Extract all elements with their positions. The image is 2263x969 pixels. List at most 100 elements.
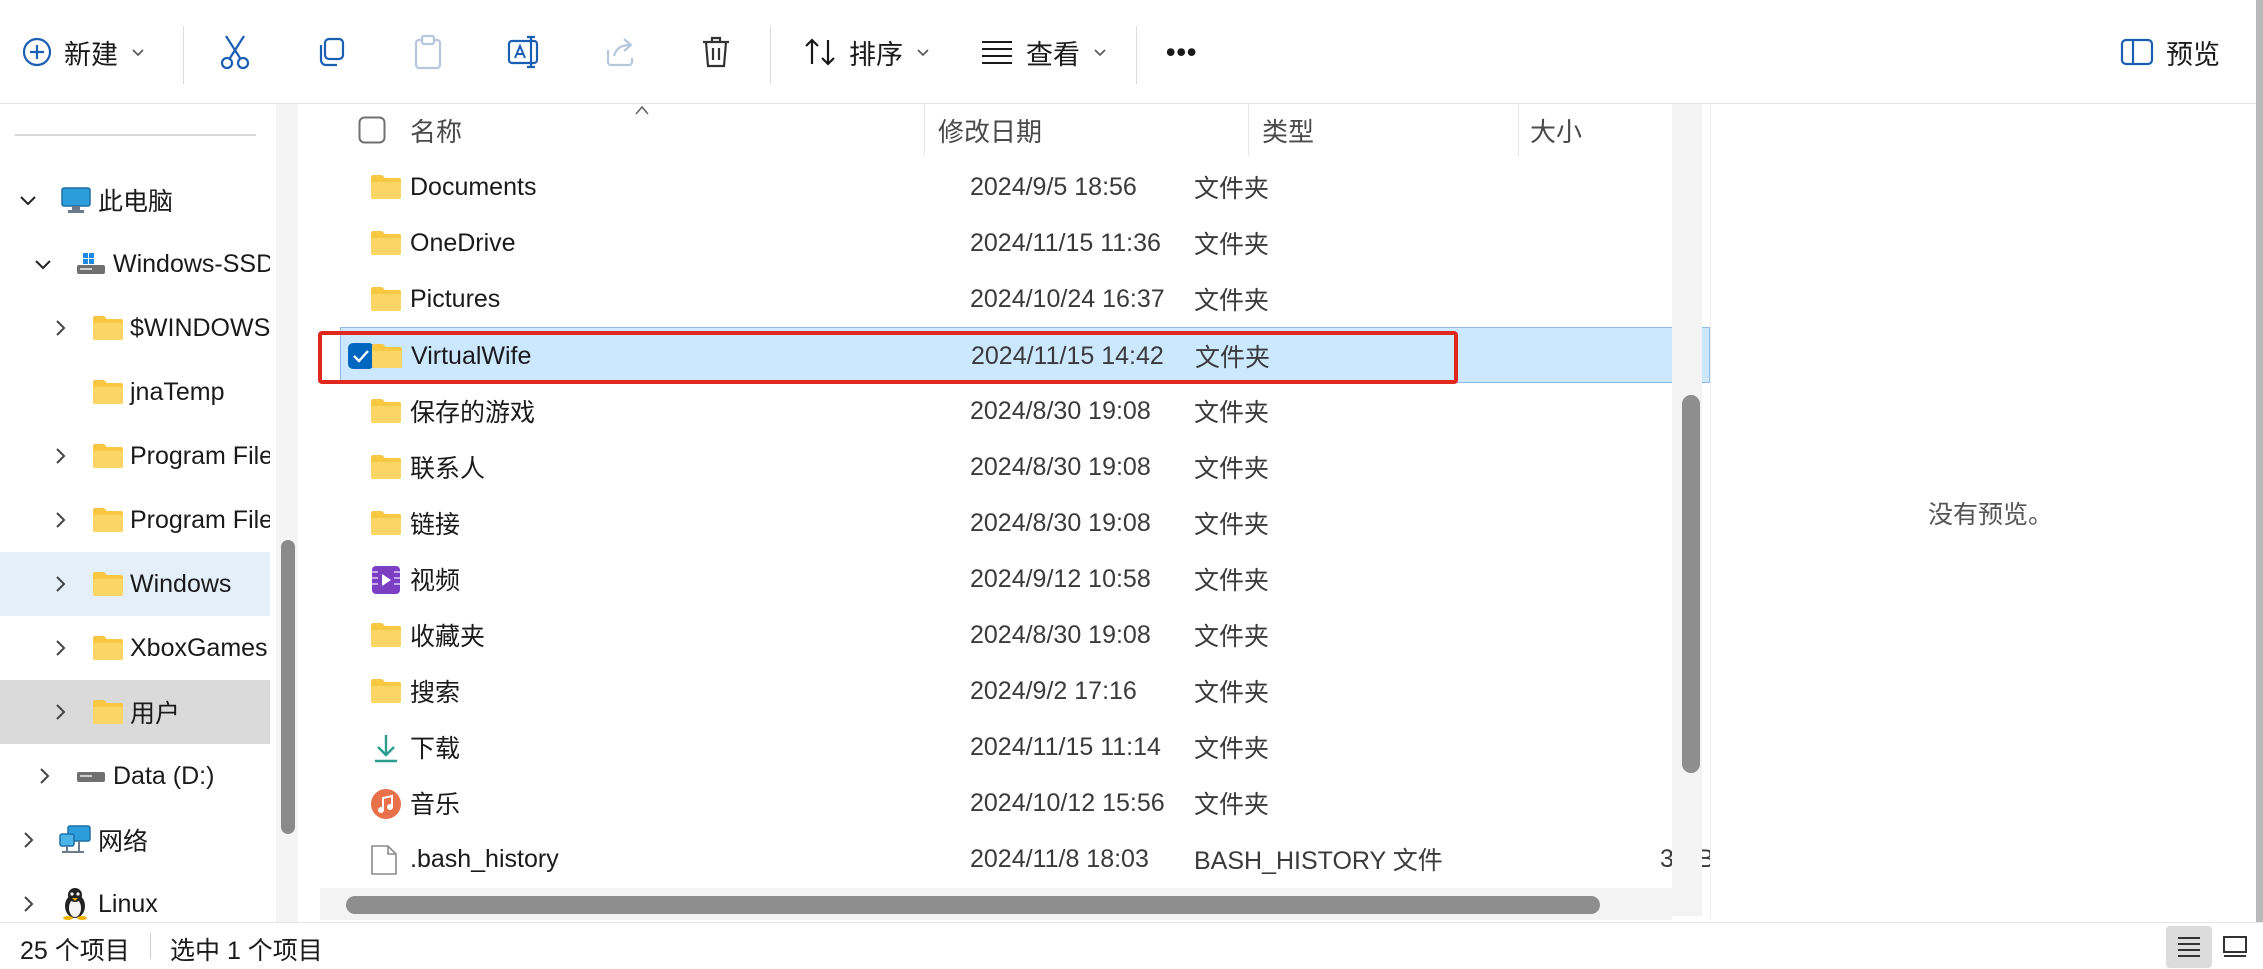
file-row[interactable]: 下载 2024/11/15 11:14 文件夹	[340, 719, 1710, 775]
folder-icon	[93, 700, 123, 724]
file-name: 下载	[410, 735, 461, 763]
more-options-button[interactable]: •••	[1166, 0, 1197, 104]
folder-icon	[93, 380, 123, 404]
file-type: 文件夹	[1194, 511, 1270, 539]
nav-item-users[interactable]: 用户	[0, 680, 270, 744]
file-type: 文件夹	[1194, 679, 1270, 707]
drive-icon	[77, 772, 105, 782]
file-icon	[371, 845, 397, 875]
nav-item-windows-ssd[interactable]: Windows-SSD	[0, 232, 270, 296]
network-icon	[59, 825, 91, 853]
computer-icon	[61, 187, 91, 213]
folder-icon	[371, 623, 401, 647]
file-name: 链接	[410, 511, 461, 539]
file-type: 文件夹	[1194, 175, 1270, 203]
view-button[interactable]: 查看	[980, 0, 1108, 104]
cut-button[interactable]	[218, 0, 252, 104]
column-header-size[interactable]: 大小	[1530, 104, 1680, 156]
nav-item-data-drive[interactable]: Data (D:)	[0, 744, 270, 808]
folder-icon	[93, 636, 123, 660]
chevron-right-icon	[56, 448, 66, 464]
status-divider	[150, 933, 151, 959]
file-row[interactable]: 保存的游戏 2024/8/30 19:08 文件夹	[340, 383, 1710, 439]
tiles-view-button[interactable]	[2212, 926, 2258, 968]
chevron-right-icon	[56, 576, 66, 592]
file-row[interactable]: 联系人 2024/8/30 19:08 文件夹	[340, 439, 1710, 495]
more-icon: •••	[1166, 36, 1198, 67]
chevron-right-icon	[24, 832, 34, 848]
details-view-button[interactable]	[2166, 926, 2212, 968]
plus-circle-icon	[22, 37, 52, 67]
file-date: 2024/8/30 19:08	[970, 396, 1151, 425]
sort-button[interactable]: 排序	[803, 0, 931, 104]
file-type: 文件夹	[1194, 399, 1270, 427]
new-label: 新建	[64, 39, 118, 70]
file-date: 2024/8/30 19:08	[970, 452, 1151, 481]
nav-item-program-files-x86[interactable]: Program File	[0, 488, 270, 552]
drive-icon	[77, 253, 105, 274]
folder-icon	[371, 175, 401, 199]
file-row[interactable]: 搜索 2024/9/2 17:16 文件夹	[340, 663, 1710, 719]
nav-item-xboxgames[interactable]: XboxGames	[0, 616, 270, 680]
nav-item-windows-bt[interactable]: $WINDOWS	[0, 296, 270, 360]
file-row[interactable]: 链接 2024/8/30 19:08 文件夹	[340, 495, 1710, 551]
file-name: 收藏夹	[410, 623, 486, 651]
delete-button[interactable]	[700, 0, 732, 104]
trash-icon	[703, 36, 729, 68]
file-name: 搜索	[410, 679, 461, 707]
column-divider[interactable]	[924, 104, 925, 156]
chevron-down-icon	[35, 260, 51, 270]
file-row[interactable]: .bash_history 2024/11/8 18:03 BASH_HISTO…	[340, 831, 1710, 887]
nav-item-label: Program File	[130, 505, 270, 534]
nav-item-label: Program File	[130, 441, 270, 470]
folder-icon	[371, 287, 401, 311]
new-button[interactable]: 新建	[22, 0, 146, 104]
column-header-name[interactable]: 名称	[410, 104, 730, 156]
scissors-icon	[220, 35, 250, 70]
file-row[interactable]: Pictures 2024/10/24 16:37 文件夹	[340, 271, 1710, 327]
column-divider[interactable]	[1518, 104, 1519, 156]
file-type: 文件夹	[1194, 231, 1270, 259]
download-icon	[375, 735, 397, 763]
file-type: 文件夹	[1194, 287, 1270, 315]
horizontal-scrollbar-thumb[interactable]	[346, 896, 1600, 914]
nav-item-label: Windows	[130, 569, 232, 598]
column-divider[interactable]	[1248, 104, 1249, 156]
file-date: 2024/9/5 18:56	[970, 172, 1137, 201]
chevron-down-icon	[20, 196, 36, 206]
file-row[interactable]: Documents 2024/9/5 18:56 文件夹	[340, 159, 1710, 215]
nav-scrollbar-thumb[interactable]	[281, 540, 295, 834]
file-row[interactable]: 音乐 2024/10/12 15:56 文件夹	[340, 775, 1710, 831]
file-type: 文件夹	[1194, 623, 1270, 651]
video-folder-icon	[372, 566, 400, 594]
chevron-down-icon	[132, 49, 144, 57]
column-header-date[interactable]: 修改日期	[938, 104, 1158, 156]
select-all-checkbox[interactable]	[358, 104, 386, 156]
share-button[interactable]	[604, 0, 638, 104]
file-row[interactable]: 视频 2024/9/12 10:58 文件夹	[340, 551, 1710, 607]
file-type: 文件夹	[1194, 455, 1270, 483]
nav-item-windows[interactable]: Windows	[0, 552, 270, 616]
nav-item-network[interactable]: 网络	[0, 808, 270, 872]
file-date: 2024/11/15 11:14	[970, 732, 1161, 761]
nav-item-program-files[interactable]: Program File	[0, 424, 270, 488]
nav-item-this-pc[interactable]: 此电脑	[0, 168, 270, 232]
file-row[interactable]: 收藏夹 2024/8/30 19:08 文件夹	[340, 607, 1710, 663]
column-header-type[interactable]: 类型	[1262, 104, 1462, 156]
file-row[interactable]: OneDrive 2024/11/15 11:36 文件夹	[340, 215, 1710, 271]
copy-button[interactable]	[315, 0, 347, 104]
chevron-right-icon	[56, 640, 66, 656]
file-date: 2024/11/15 11:36	[970, 228, 1161, 257]
rename-button[interactable]	[507, 0, 543, 104]
nav-item-jnatemp[interactable]: jnaTemp	[0, 360, 270, 424]
chevron-right-icon	[56, 512, 66, 528]
music-icon	[371, 789, 401, 819]
clipboard-icon	[414, 34, 442, 70]
preview-pane-button[interactable]: 预览	[2120, 0, 2220, 104]
list-view-icon	[982, 41, 1012, 64]
command-bar: 新建 排序 查看 ••• 预览	[0, 0, 2263, 104]
folder-icon	[371, 231, 401, 255]
vertical-scrollbar-thumb[interactable]	[1682, 395, 1700, 773]
paste-button[interactable]	[412, 0, 444, 104]
share-icon	[606, 38, 634, 67]
